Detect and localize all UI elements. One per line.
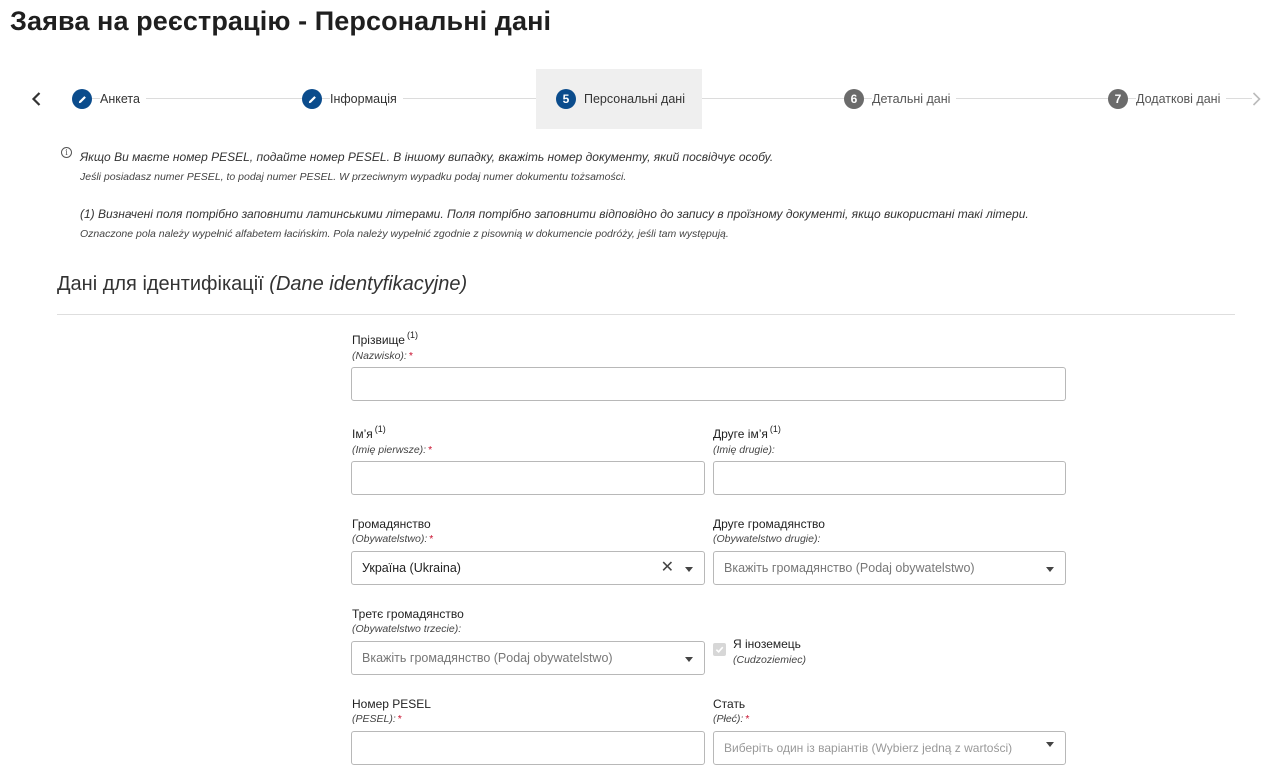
step-detailed-data[interactable]: 6 Детальні дані [844,69,957,129]
caret-down-icon [685,567,693,572]
first-name-sublabel: (Imię pierwsze): * [352,444,432,456]
pencil-icon [302,89,322,109]
foreigner-label: Я іноземець [733,637,801,651]
info-icon: i [61,147,72,158]
section-divider [57,314,1235,315]
page-title: Заява на реєстрацію - Персональні дані [10,6,552,36]
citizenship-sublabel-text: (Obywatelstwo): [352,533,428,545]
section-title-ua: Дані для ідентифікації [57,273,264,295]
step-label: Інформація [330,92,403,106]
surname-sublabel: (Nazwisko): * [352,350,413,362]
required-marker: * [429,533,434,545]
surname-footnote: (1) [406,330,418,340]
pesel-note-pl: Jeśli posiadasz numer PESEL, to podaj nu… [80,171,627,183]
caret-down-icon [1046,567,1054,572]
second-name-sublabel: (Imię drugie): [713,444,775,456]
second-name-footnote: (1) [769,424,781,434]
step-informatsiia[interactable]: Інформація [302,69,403,129]
citizenship-value: Україна (Ukraina) [362,561,461,575]
surname-input[interactable] [351,367,1066,401]
step-number: 5 [556,89,576,109]
sex-sublabel-text: (Płeć): [713,713,744,725]
first-name-sublabel-text: (Imię pierwsze): [352,444,427,456]
surname-label-text: Прізвище [352,333,405,347]
pesel-note-ua: Якщо Ви маєте номер PESEL, подайте номер… [80,150,774,164]
step-additional-data[interactable]: 7 Додаткові дані [1108,69,1227,129]
step-label: Анкета [100,92,146,106]
second-citizenship-placeholder: Вкажіть громадянство (Podaj obywatelstwo… [724,561,975,575]
step-label: Детальні дані [872,92,957,106]
pesel-input[interactable] [351,731,705,765]
second-citizenship-select[interactable]: Вкажіть громадянство (Podaj obywatelstwo… [713,551,1066,585]
step-anketa[interactable]: Анкета [72,69,146,129]
citizenship-select[interactable]: Україна (Ukraina) ✕ [351,551,705,585]
second-citizenship-label: Друге громадянство [713,517,825,531]
chevron-right-icon[interactable] [1246,89,1266,109]
required-marker: * [428,444,433,456]
second-citizenship-sublabel: (Obywatelstwo drugie): [713,533,821,545]
caret-down-icon [685,657,693,662]
second-name-input[interactable] [713,461,1066,495]
surname-sublabel-text: (Nazwisko): [352,350,407,362]
sex-select[interactable]: Виберіть один із варіантів (Wybierz jedn… [713,731,1066,765]
third-citizenship-sublabel: (Obywatelstwo trzecie): [352,623,462,635]
required-marker: * [408,350,413,362]
pencil-icon [72,89,92,109]
step-label: Додаткові дані [1136,92,1227,106]
progress-stepper: Анкета Інформація 5 Персональні дані 6 Д… [0,69,1284,129]
second-name-label: Друге ім’я (1) [713,424,781,441]
first-name-label: Ім’я (1) [352,424,386,441]
pesel-label: Номер PESEL [352,697,431,711]
first-name-label-text: Ім’я [352,427,373,441]
foreigner-sublabel: (Cudzoziemiec) [733,654,806,666]
pesel-sublabel: (PESEL): * [352,713,402,725]
pesel-sublabel-text: (PESEL): [352,713,396,725]
citizenship-label: Громадянство [352,517,431,531]
third-citizenship-select[interactable]: Вкажіть громадянство (Podaj obywatelstwo… [351,641,705,675]
third-citizenship-placeholder: Вкажіть громадянство (Podaj obywatelstwo… [362,651,613,665]
latin-note-pl: Oznaczone pola należy wypełnić alfabetem… [80,228,729,240]
required-marker: * [397,713,402,725]
sex-sublabel: (Płeć): * [713,713,749,725]
required-marker: * [745,713,750,725]
section-title: Дані для ідентифікації (Dane identyfikac… [57,273,467,296]
citizenship-sublabel: (Obywatelstwo): * [352,533,433,545]
chevron-left-icon[interactable] [27,89,47,109]
step-personal-data[interactable]: 5 Персональні дані [536,69,702,129]
second-name-label-text: Друге ім’я [713,427,768,441]
step-number: 7 [1108,89,1128,109]
surname-label: Прізвище (1) [352,330,418,347]
close-icon[interactable]: ✕ [661,559,674,577]
section-title-pl: (Dane identyfikacyjne) [269,273,468,295]
step-number: 6 [844,89,864,109]
step-label: Персональні дані [584,92,691,106]
caret-down-icon [1046,742,1054,747]
check-icon [715,646,724,654]
sex-placeholder: Виберіть один із варіантів (Wybierz jedn… [724,741,1013,755]
third-citizenship-label: Третє громадянство [352,607,464,621]
first-name-input[interactable] [351,461,705,495]
foreigner-checkbox[interactable] [713,643,726,656]
sex-label: Стать [713,697,746,711]
first-name-footnote: (1) [374,424,386,434]
latin-note-ua: (1) Визначені поля потрібно заповнити ла… [80,207,1029,221]
